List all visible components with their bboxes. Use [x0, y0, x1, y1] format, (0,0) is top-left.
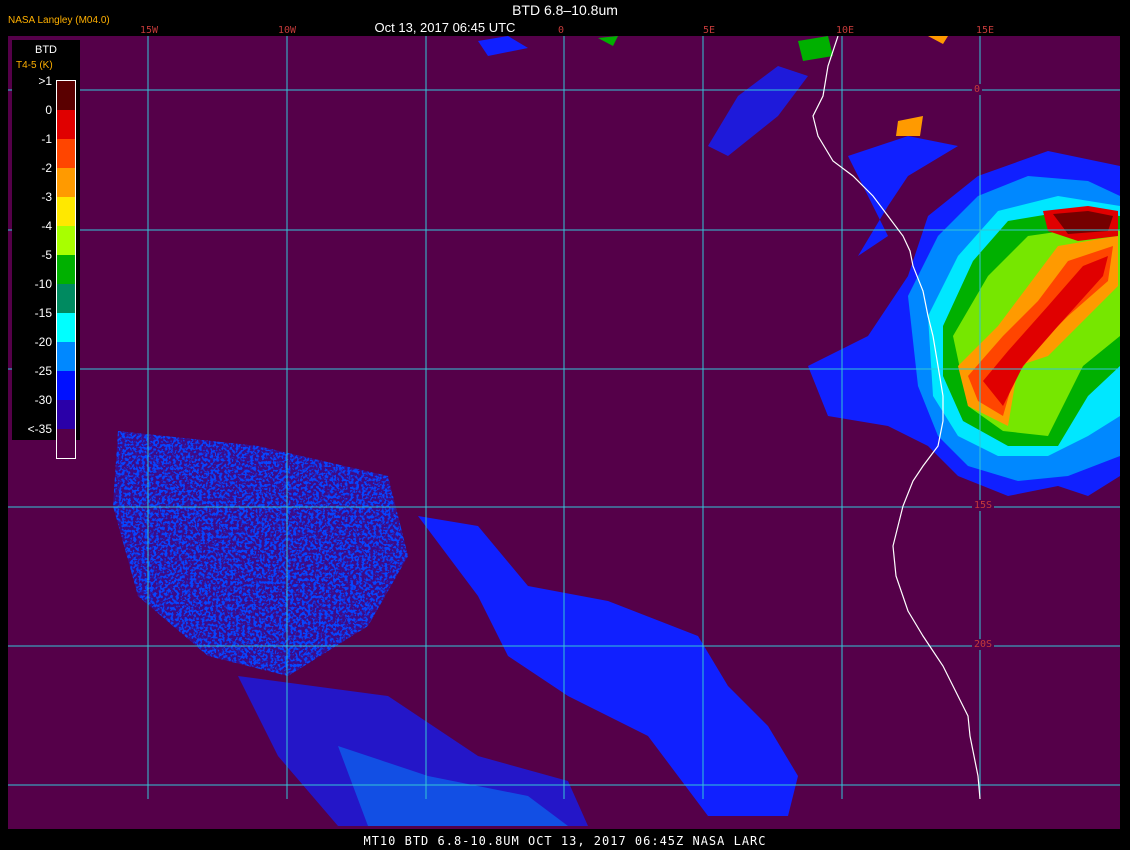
map-title: BTD 6.8–10.8um: [512, 2, 618, 18]
lon-label-0: 0: [558, 25, 565, 36]
lat-label-20s: 20S: [972, 639, 995, 650]
legend-swatch: [57, 342, 75, 371]
legend-label: <-35: [27, 422, 52, 436]
lon-label-5e: 5E: [703, 25, 716, 36]
legend-colorbar: [56, 80, 76, 459]
lon-label-10w: 10W: [278, 25, 297, 36]
lon-label-15w: 15W: [140, 25, 159, 36]
lon-label-10e: 10E: [836, 25, 855, 36]
legend-swatch: [57, 313, 75, 342]
legend-title: BTD: [35, 44, 57, 56]
legend-label: -15: [34, 306, 52, 320]
footer-caption: MT10 BTD 6.8-10.8UM OCT 13, 2017 06:45Z …: [363, 834, 767, 848]
legend-label: 0: [45, 103, 52, 117]
color-legend: BTD T4-5 (K) >1 0 -1 -2 -3 -4 -5 -10 -15 -20 -25 -3…: [12, 40, 80, 459]
btd-imagery: [8, 36, 1120, 826]
legend-swatch: [57, 255, 75, 284]
west-cloud-field: [113, 431, 798, 826]
legend-label: -2: [41, 161, 52, 175]
satellite-map: [8, 36, 1120, 829]
legend-label: -4: [41, 219, 52, 233]
legend-swatch: [57, 429, 75, 458]
lon-label-15e: 15E: [976, 25, 995, 36]
legend-swatch: [57, 110, 75, 139]
legend-label: -5: [41, 248, 52, 262]
legend-label: >1: [38, 74, 52, 88]
north-cloud-patches: [478, 36, 948, 136]
legend-label: -30: [34, 393, 52, 407]
legend-units: T4-5 (K): [16, 60, 53, 71]
lat-label-15s: 15S: [972, 500, 995, 511]
legend-label: -10: [34, 277, 52, 291]
legend-label: -3: [41, 190, 52, 204]
producer-label: NASA Langley (M04.0): [8, 15, 110, 26]
legend-label: -25: [34, 364, 52, 378]
legend-swatch: [57, 400, 75, 429]
legend-swatch: [57, 284, 75, 313]
legend-swatch: [57, 168, 75, 197]
legend-swatch: [57, 197, 75, 226]
legend-swatch: [57, 81, 75, 110]
legend-swatch: [57, 139, 75, 168]
legend-swatch: [57, 226, 75, 255]
lat-label-0: 0: [972, 84, 983, 95]
legend-label: -1: [41, 132, 52, 146]
legend-swatch: [57, 371, 75, 400]
legend-label: -20: [34, 335, 52, 349]
